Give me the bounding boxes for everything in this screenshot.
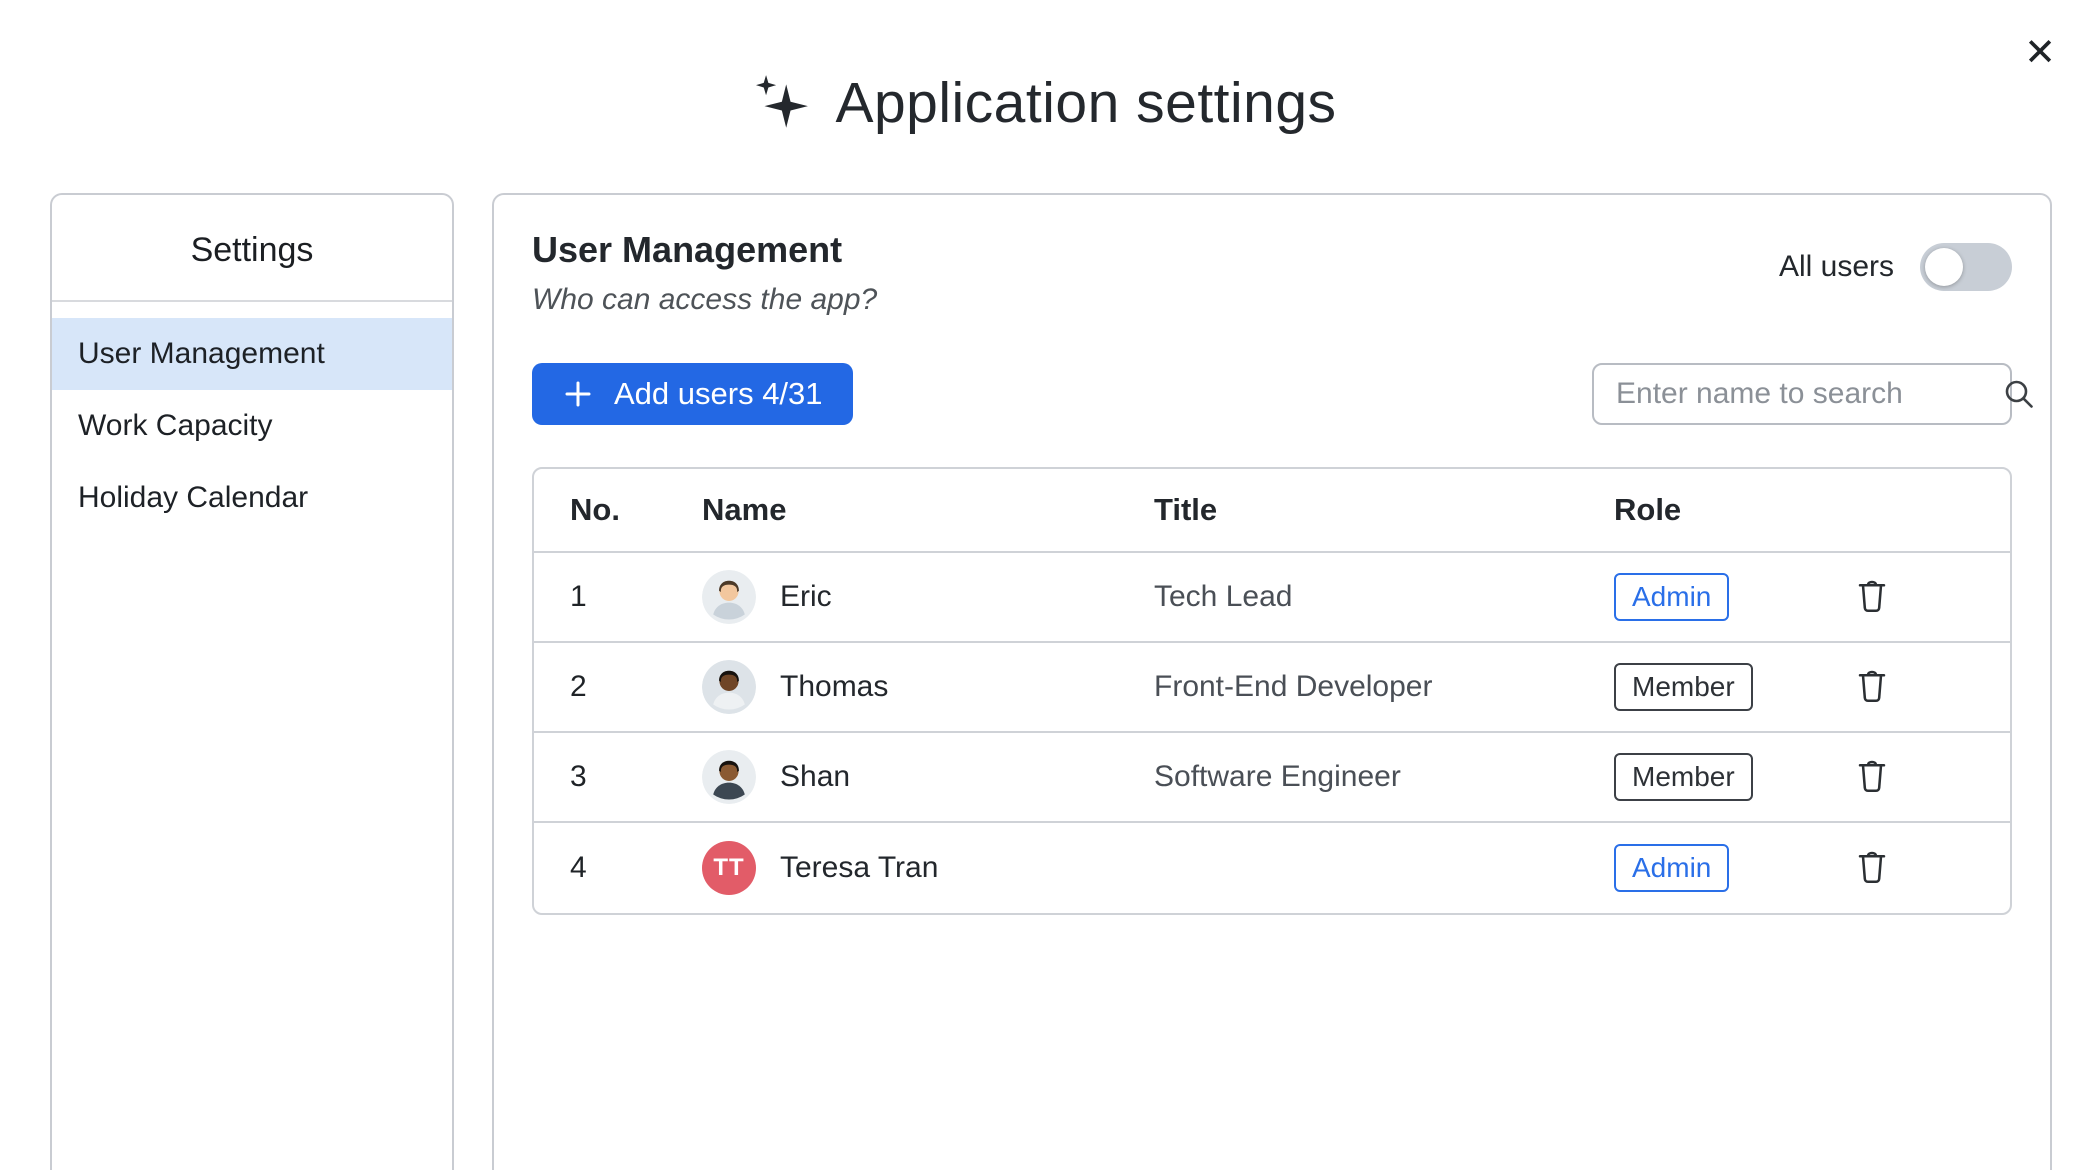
page-title-text: Application settings xyxy=(835,70,1336,136)
role-badge[interactable]: Member xyxy=(1614,663,1753,711)
row-number: 2 xyxy=(570,670,702,704)
user-name: Eric xyxy=(780,580,832,614)
role-badge[interactable]: Admin xyxy=(1614,844,1729,892)
panel-header: User Management Who can access the app? … xyxy=(532,229,2012,317)
name-cell: Eric xyxy=(702,570,1154,624)
add-users-label: Add users 4/31 xyxy=(614,376,823,412)
role-cell: Member xyxy=(1614,753,1844,801)
actions-cell xyxy=(1844,755,2010,800)
sidebar-item-holiday-calendar[interactable]: Holiday Calendar xyxy=(52,462,452,534)
search-input[interactable] xyxy=(1616,377,2002,411)
table-row: 2 Thomas Front-End Developer Member xyxy=(534,643,2010,733)
all-users-label: All users xyxy=(1779,250,1894,284)
close-icon[interactable]: ✕ xyxy=(2024,34,2056,72)
avatar xyxy=(702,660,756,714)
all-users-toggle[interactable] xyxy=(1920,243,2012,291)
add-users-button[interactable]: Add users 4/31 xyxy=(532,363,853,425)
search-box xyxy=(1592,363,2012,425)
avatar xyxy=(702,570,756,624)
sidebar-title: Settings xyxy=(52,195,452,300)
user-name: Thomas xyxy=(780,670,888,704)
panel-heading: User Management xyxy=(532,229,877,271)
trash-icon xyxy=(1854,847,1890,885)
panel-header-text: User Management Who can access the app? xyxy=(532,229,877,317)
header-name: Name xyxy=(702,492,1154,528)
toggle-knob xyxy=(1925,248,1963,286)
header-title: Title xyxy=(1154,492,1614,528)
role-badge[interactable]: Member xyxy=(1614,753,1753,801)
trash-icon xyxy=(1854,576,1890,614)
panel-subtitle: Who can access the app? xyxy=(532,283,877,317)
sidebar-items: User Management Work Capacity Holiday Ca… xyxy=(52,318,452,534)
role-badge[interactable]: Admin xyxy=(1614,573,1729,621)
sidebar-item-work-capacity[interactable]: Work Capacity xyxy=(52,390,452,462)
header-no: No. xyxy=(570,492,702,528)
plus-icon xyxy=(562,378,594,410)
settings-sidebar: Settings User Management Work Capacity H… xyxy=(50,193,454,1170)
row-number: 1 xyxy=(570,580,702,614)
actions-cell xyxy=(1844,575,2010,620)
table-row: 3 Shan Software Engineer Member xyxy=(534,733,2010,823)
search-icon[interactable] xyxy=(2002,377,2036,411)
user-title: Tech Lead xyxy=(1154,580,1614,614)
toolbar: Add users 4/31 xyxy=(532,363,2012,425)
delete-user-button[interactable] xyxy=(1850,575,1894,619)
role-cell: Admin xyxy=(1614,844,1844,892)
user-title: Front-End Developer xyxy=(1154,670,1614,704)
name-cell: TT Teresa Tran xyxy=(702,841,1154,895)
table-header-row: No. Name Title Role xyxy=(534,469,2010,553)
delete-user-button[interactable] xyxy=(1850,665,1894,709)
page-title: Application settings xyxy=(0,70,2086,136)
user-management-panel: User Management Who can access the app? … xyxy=(492,193,2052,1170)
user-name: Teresa Tran xyxy=(780,851,938,885)
all-users-control: All users xyxy=(1779,243,2012,291)
row-number: 3 xyxy=(570,760,702,794)
actions-cell xyxy=(1844,846,2010,891)
name-cell: Thomas xyxy=(702,660,1154,714)
avatar: TT xyxy=(702,841,756,895)
sparkles-icon xyxy=(749,72,811,134)
header-role: Role xyxy=(1614,492,1844,528)
users-table: No. Name Title Role 1 Eric Tech Lead Adm… xyxy=(532,467,2012,915)
name-cell: Shan xyxy=(702,750,1154,804)
trash-icon xyxy=(1854,666,1890,704)
role-cell: Member xyxy=(1614,663,1844,711)
sidebar-divider xyxy=(52,300,452,302)
sidebar-item-user-management[interactable]: User Management xyxy=(52,318,452,390)
table-row: 1 Eric Tech Lead Admin xyxy=(534,553,2010,643)
row-number: 4 xyxy=(570,851,702,885)
role-cell: Admin xyxy=(1614,573,1844,621)
user-title: Software Engineer xyxy=(1154,760,1614,794)
user-name: Shan xyxy=(780,760,850,794)
delete-user-button[interactable] xyxy=(1850,755,1894,799)
trash-icon xyxy=(1854,756,1890,794)
avatar xyxy=(702,750,756,804)
delete-user-button[interactable] xyxy=(1850,846,1894,890)
table-row: 4 TT Teresa Tran Admin xyxy=(534,823,2010,913)
actions-cell xyxy=(1844,665,2010,710)
